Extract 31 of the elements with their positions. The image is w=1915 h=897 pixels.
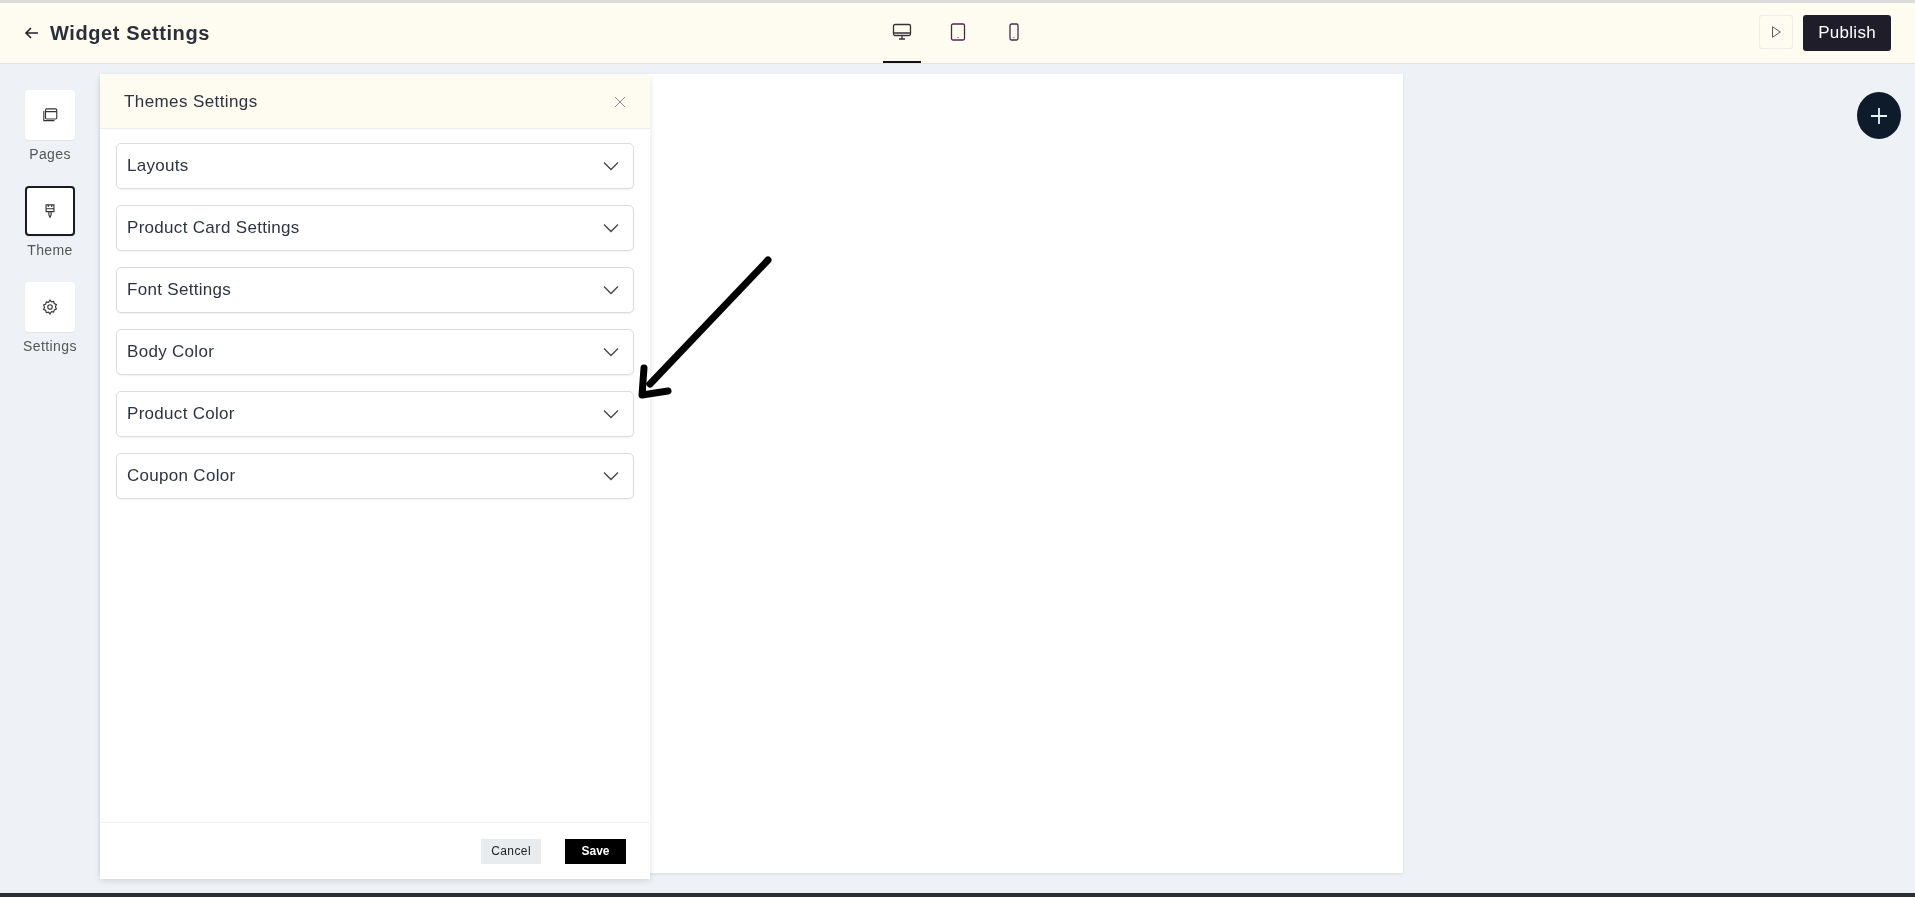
windows-icon [41,106,59,124]
accordion-item[interactable]: Body Color [116,329,634,375]
chevron-icon [603,347,619,357]
play-icon [1769,25,1784,39]
panel-title: Themes Settings [124,92,258,112]
theme-nav-button[interactable] [25,186,75,236]
chevron-icon [603,161,619,171]
accordion-item[interactable]: Layouts [116,143,634,189]
accordion-item[interactable]: Product Color [116,391,634,437]
cancel-button[interactable]: Cancel [481,838,541,864]
close-icon[interactable] [614,96,626,108]
settings-nav-button[interactable] [25,282,75,332]
save-button[interactable]: Save [565,838,626,864]
chevron-icon [603,409,619,419]
nav-label: Theme [27,242,73,258]
page-title: Widget Settings [50,21,210,45]
plus-icon [1869,105,1889,126]
accordion-item[interactable]: Product Card Settings [116,205,634,251]
chevron-icon [603,223,619,233]
nav-label: Settings [23,338,77,354]
back-arrow-icon[interactable] [24,25,40,41]
pages-nav-button[interactable] [25,90,75,140]
settings-icon [41,298,59,316]
nav-label: Pages [29,146,71,162]
add-button[interactable] [1857,92,1901,139]
accordion-item[interactable]: Font Settings [116,267,634,313]
accordion-item[interactable]: Coupon Color [116,453,634,499]
chevron-icon [603,285,619,295]
publish-button[interactable]: Publish [1803,15,1891,51]
chevron-icon [603,471,619,481]
monitor-icon [891,23,912,41]
